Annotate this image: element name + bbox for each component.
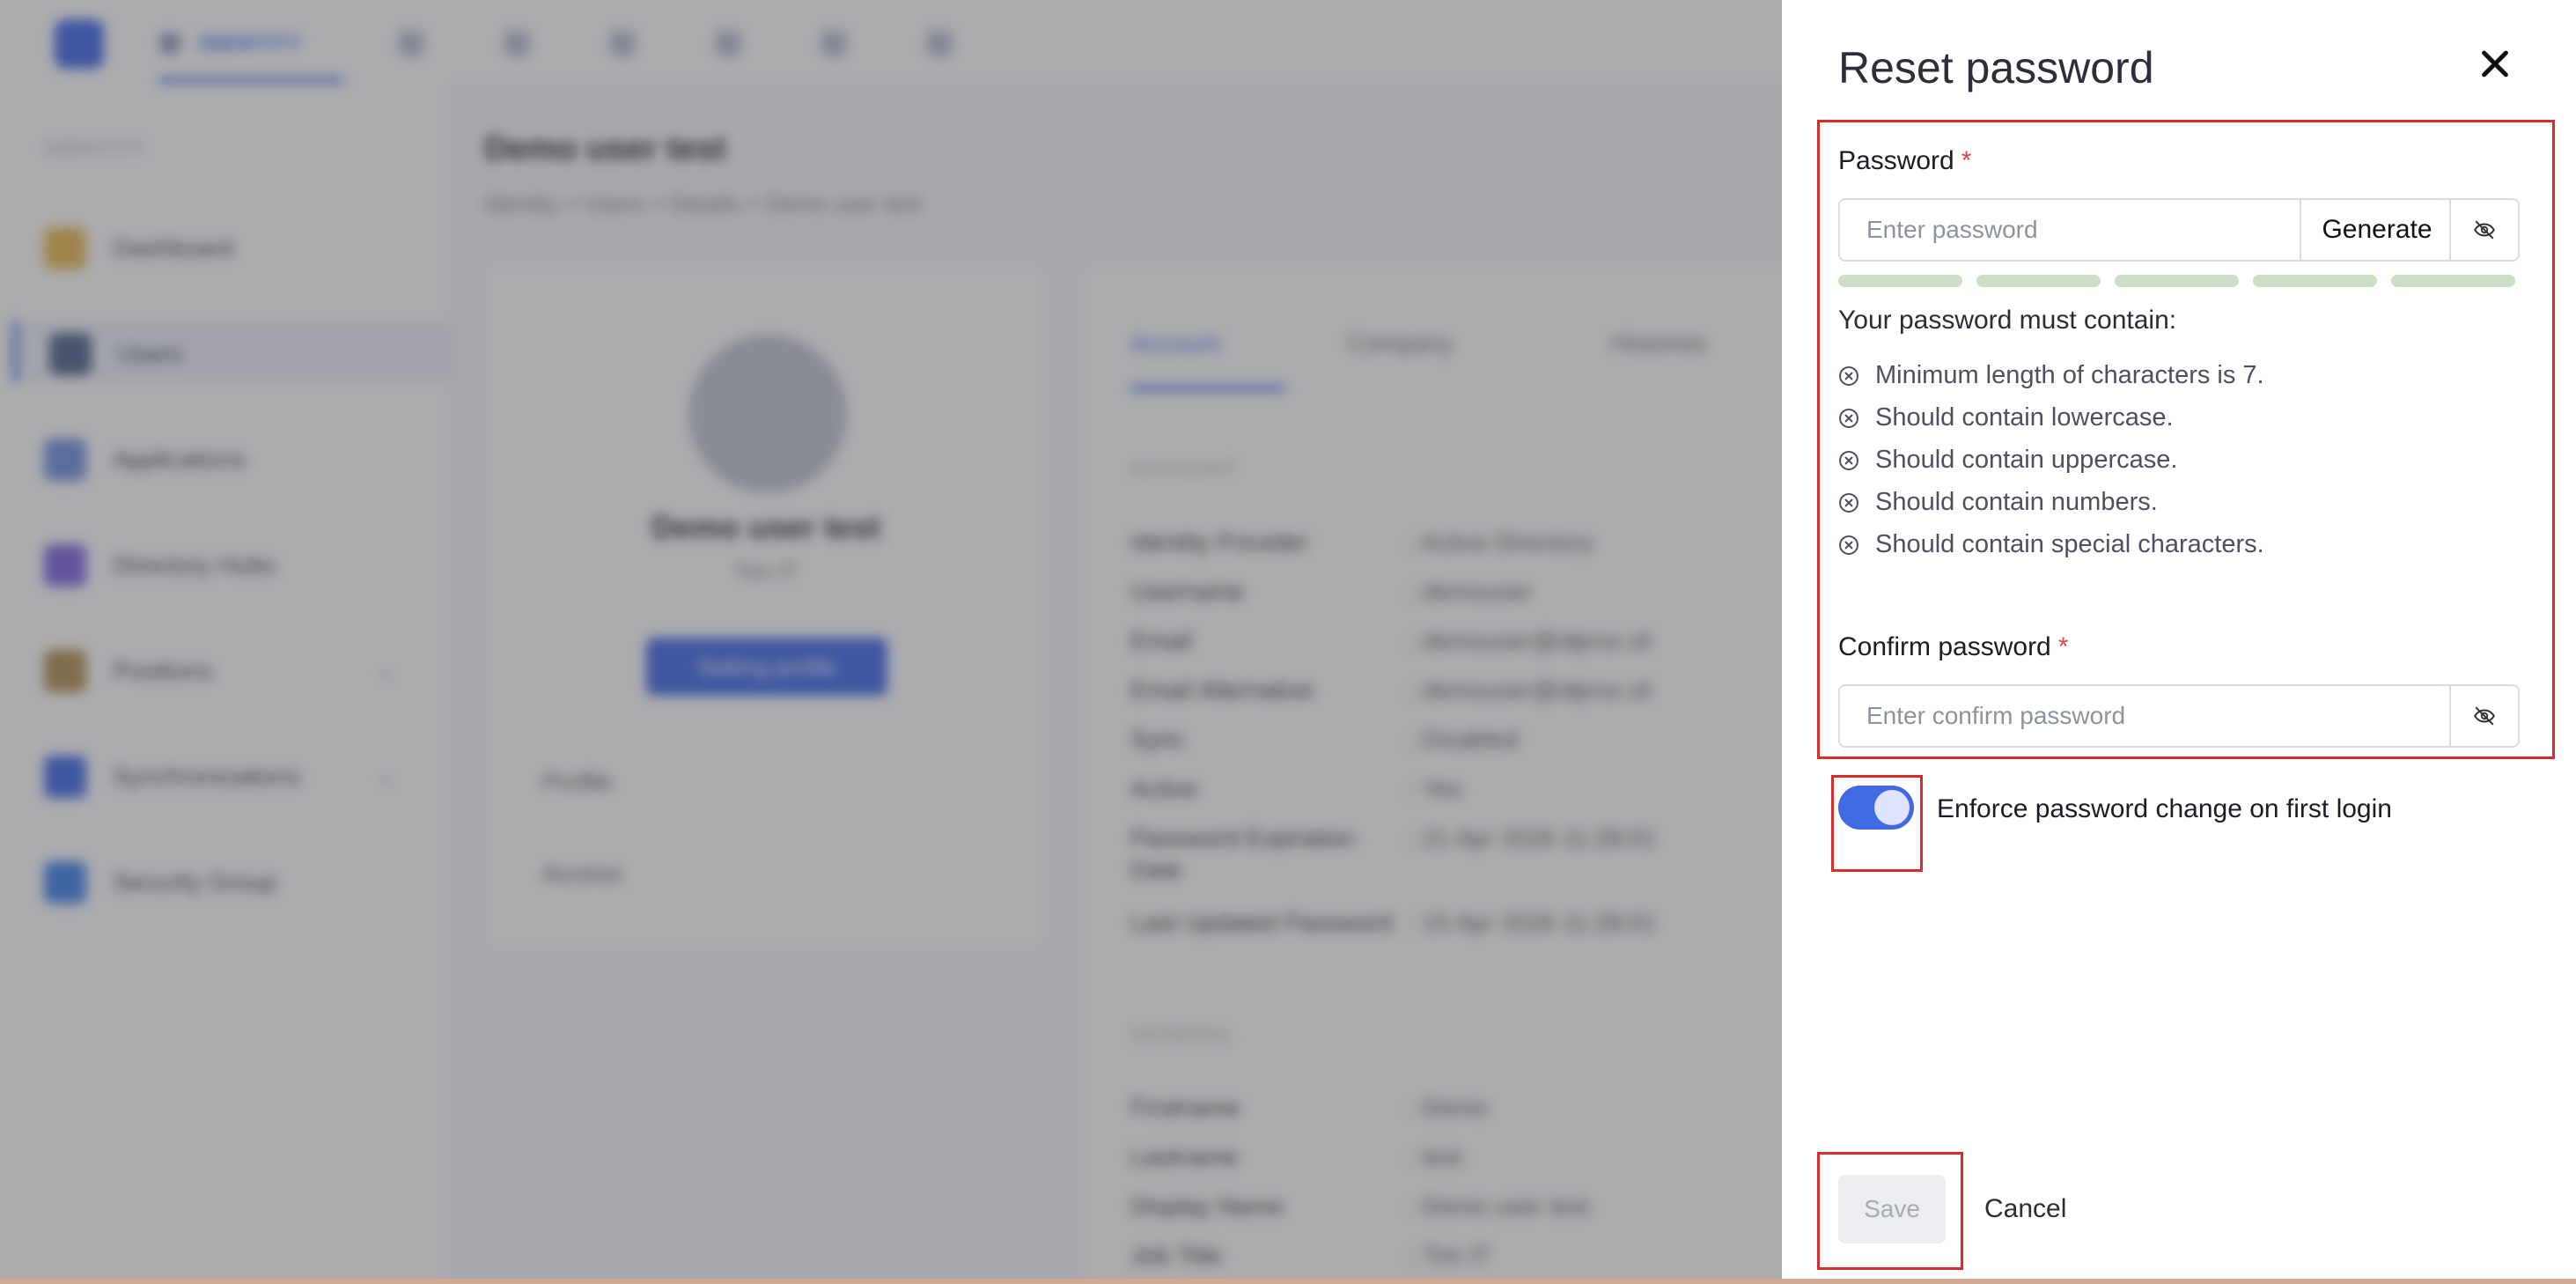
generate-button[interactable]: Generate [2300, 200, 2453, 260]
requirement-text: Should contain special characters. [1875, 530, 2264, 558]
cancel-button[interactable]: Cancel [1984, 1175, 2066, 1243]
requirement-text: Should contain lowercase. [1875, 403, 2174, 432]
required-mark: * [1961, 146, 1972, 175]
enforce-password-change-toggle[interactable] [1838, 786, 1914, 830]
x-circle-icon [1839, 409, 1858, 428]
enforce-password-change-label: Enforce password change on first login [1937, 794, 2392, 823]
password-input[interactable] [1840, 200, 2300, 260]
required-mark: * [2057, 632, 2069, 661]
x-circle-icon [1839, 451, 1858, 470]
password-label-text: Password [1838, 146, 1954, 175]
password-strength-bar [1838, 275, 2518, 287]
close-icon[interactable] [2470, 41, 2520, 90]
password-input-group: Generate [1838, 198, 2520, 262]
confirm-password-input-group [1838, 684, 2520, 748]
strength-segment [2253, 275, 2377, 287]
reset-password-drawer: Reset password Password * Generate Your p… [1782, 0, 2576, 1279]
window-bottom-edge [0, 1279, 2576, 1284]
eye-off-icon [2474, 706, 2495, 726]
password-label: Password * [1838, 146, 1971, 176]
drawer-title: Reset password [1838, 43, 2154, 92]
confirm-password-label-text: Confirm password [1838, 632, 2051, 661]
toggle-confirm-visibility[interactable] [2449, 686, 2518, 746]
eye-off-icon [2474, 220, 2495, 240]
x-circle-icon [1839, 366, 1858, 386]
requirement-text: Should contain numbers. [1875, 488, 2158, 516]
requirements-heading: Your password must contain: [1838, 306, 2177, 335]
confirm-password-input[interactable] [1840, 686, 2451, 746]
confirm-password-label: Confirm password * [1838, 632, 2068, 662]
strength-segment [1976, 275, 2101, 287]
strength-segment [2391, 275, 2515, 287]
save-button[interactable]: Save [1838, 1175, 1946, 1243]
requirement-text: Should contain uppercase. [1875, 446, 2178, 474]
x-circle-icon [1839, 493, 1858, 513]
toggle-password-visibility[interactable] [2449, 200, 2518, 260]
strength-segment [1838, 275, 1962, 287]
toggle-knob [1874, 790, 1910, 825]
strength-segment [2115, 275, 2239, 287]
x-circle-icon [1839, 535, 1858, 555]
requirement-text: Minimum length of characters is 7. [1875, 361, 2264, 389]
